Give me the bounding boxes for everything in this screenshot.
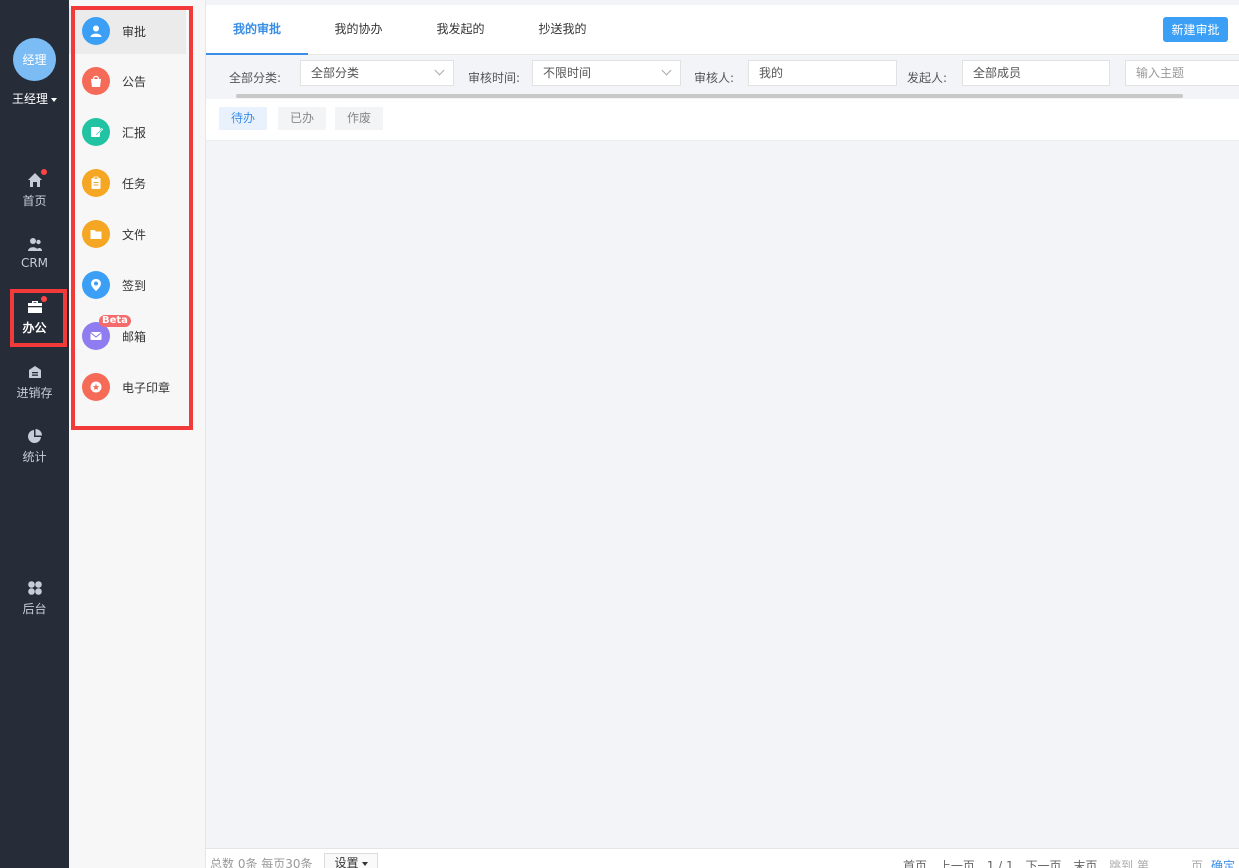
submenu-label: 汇报 (122, 125, 147, 140)
submenu-item-checkin[interactable]: 签到 (69, 262, 186, 308)
first-page-link[interactable]: 首页 (903, 859, 927, 868)
user-name: 王经理 (11, 92, 48, 106)
initiator-label: 发起人: (907, 71, 948, 85)
crm-users-icon (27, 236, 43, 252)
user-menu[interactable]: 王经理 (0, 90, 69, 107)
pager: 首页 上一页 1 / 1 下一页 末页 跳到 第 页确定 (903, 857, 1239, 868)
chevron-down-icon (661, 65, 672, 76)
reviewer-label: 审核人: (694, 71, 735, 85)
caret-down-icon (361, 861, 368, 866)
nav-label: 统计 (22, 450, 47, 464)
tab-my-assist[interactable]: 我的协办 (316, 5, 401, 55)
time-label: 审核时间: (468, 71, 521, 85)
checkin-location-icon (82, 271, 110, 299)
prev-page-link[interactable]: 上一页 (939, 859, 975, 868)
tab-cc-me[interactable]: 抄送我的 (520, 5, 605, 55)
initiator-value: 全部成员 (973, 66, 1022, 80)
task-clipboard-icon (82, 169, 110, 197)
status-tabs: 待办 已办 作废 (206, 99, 1239, 141)
nav-item-home[interactable]: 首页 (0, 169, 69, 209)
category-label: 全部分类: (229, 71, 282, 85)
page-unit: 页 (1190, 859, 1203, 868)
caret-down-icon (51, 97, 57, 102)
submenu-item-file[interactable]: 文件 (69, 211, 186, 257)
nav-label: CRM (20, 256, 49, 270)
page-jump-input[interactable] (1156, 859, 1185, 868)
approval-person-icon (82, 17, 110, 45)
subtab-void[interactable]: 作废 (335, 107, 384, 130)
nav-item-inventory[interactable]: 进销存 (0, 364, 69, 401)
submenu-label: 邮箱 (122, 329, 147, 344)
subject-placeholder: 输入主题 (1136, 66, 1185, 80)
horizontal-scrollbar[interactable] (236, 94, 1183, 98)
submenu-item-report[interactable]: 汇报 (69, 109, 186, 155)
submenu-item-task[interactable]: 任务 (69, 160, 186, 206)
notification-dot (40, 169, 47, 175)
category-value: 全部分类 (311, 66, 360, 80)
mail-envelope-icon: Beta (82, 315, 131, 350)
reviewer-value: 我的 (759, 66, 784, 80)
avatar-text: 经理 (22, 53, 47, 67)
submenu-label: 公告 (122, 74, 147, 89)
pagination-bar: 总数 0条 每页30条 设置 首页 上一页 1 / 1 下一页 末页 跳到 第 页… (206, 848, 1239, 868)
submenu-label: 任务 (122, 176, 147, 191)
chevron-down-icon (434, 65, 445, 76)
submenu-item-seal[interactable]: 电子印章 (69, 364, 186, 410)
settings-dropdown[interactable]: 设置 (324, 853, 378, 868)
time-select[interactable]: 不限时间 (532, 60, 681, 86)
nav-label: 首页 (22, 194, 47, 208)
confirm-jump-button[interactable]: 确定 (1211, 859, 1235, 868)
highlight-frame (10, 289, 67, 347)
reviewer-field[interactable]: 我的 (748, 60, 897, 86)
category-select[interactable]: 全部分类 (300, 60, 454, 86)
last-page-link[interactable]: 末页 (1073, 859, 1097, 868)
home-icon (27, 169, 47, 188)
tab-initiated[interactable]: 我发起的 (418, 5, 503, 55)
subtab-pending[interactable]: 待办 (219, 107, 268, 130)
seal-stamp-icon (82, 373, 110, 401)
page-indicator: 1 / 1 (986, 859, 1014, 868)
subtab-done[interactable]: 已办 (278, 107, 327, 130)
new-approval-button[interactable]: 新建审批 (1163, 17, 1228, 42)
nav-label: 后台 (22, 602, 47, 616)
filter-bar: 全部分类: 全部分类 审核时间: 不限时间 审核人: 我的 发起人: 全部成员 … (206, 56, 1239, 96)
main-panel: 我的审批 我的协办 我发起的 抄送我的 新建审批 全部分类: 全部分类 审核时间… (206, 0, 1239, 868)
nav-label: 进销存 (16, 386, 53, 400)
nav-item-stats[interactable]: 统计 (0, 428, 69, 465)
announcement-bag-icon (82, 67, 110, 95)
time-value: 不限时间 (543, 66, 592, 80)
submenu-label: 电子印章 (122, 380, 171, 395)
report-edit-icon (82, 118, 110, 146)
avatar[interactable]: 经理 (13, 38, 56, 81)
jump-label: 跳到 第 (1109, 859, 1149, 868)
main-sidebar: 经理 王经理 首页 CRM 办公 进销存 统计 后台 (0, 0, 69, 868)
tab-my-approvals[interactable]: 我的审批 (206, 5, 308, 55)
submenu-item-mail[interactable]: Beta 邮箱 (69, 313, 186, 359)
nav-item-admin[interactable]: 后台 (0, 580, 69, 617)
next-page-link[interactable]: 下一页 (1025, 859, 1061, 868)
subject-search-input[interactable]: 输入主题 (1125, 60, 1239, 86)
admin-grid-icon (27, 580, 43, 596)
submenu-label: 签到 (122, 278, 147, 293)
total-count: 总数 0条 每页30条 (210, 857, 313, 868)
submenu-item-approval[interactable]: 审批 (69, 8, 186, 54)
submenu-item-announcement[interactable]: 公告 (69, 58, 186, 104)
file-folder-icon (82, 220, 110, 248)
approval-list (206, 142, 1239, 847)
settings-label: 设置 (334, 856, 359, 868)
pie-chart-icon (27, 428, 43, 444)
beta-badge: Beta (99, 315, 131, 327)
nav-item-crm[interactable]: CRM (0, 236, 69, 270)
initiator-field[interactable]: 全部成员 (962, 60, 1110, 86)
tab-bar: 我的审批 我的协办 我发起的 抄送我的 新建审批 (206, 5, 1239, 55)
submenu-label: 文件 (122, 227, 147, 242)
inventory-icon (27, 364, 43, 380)
submenu-label: 审批 (122, 24, 147, 39)
